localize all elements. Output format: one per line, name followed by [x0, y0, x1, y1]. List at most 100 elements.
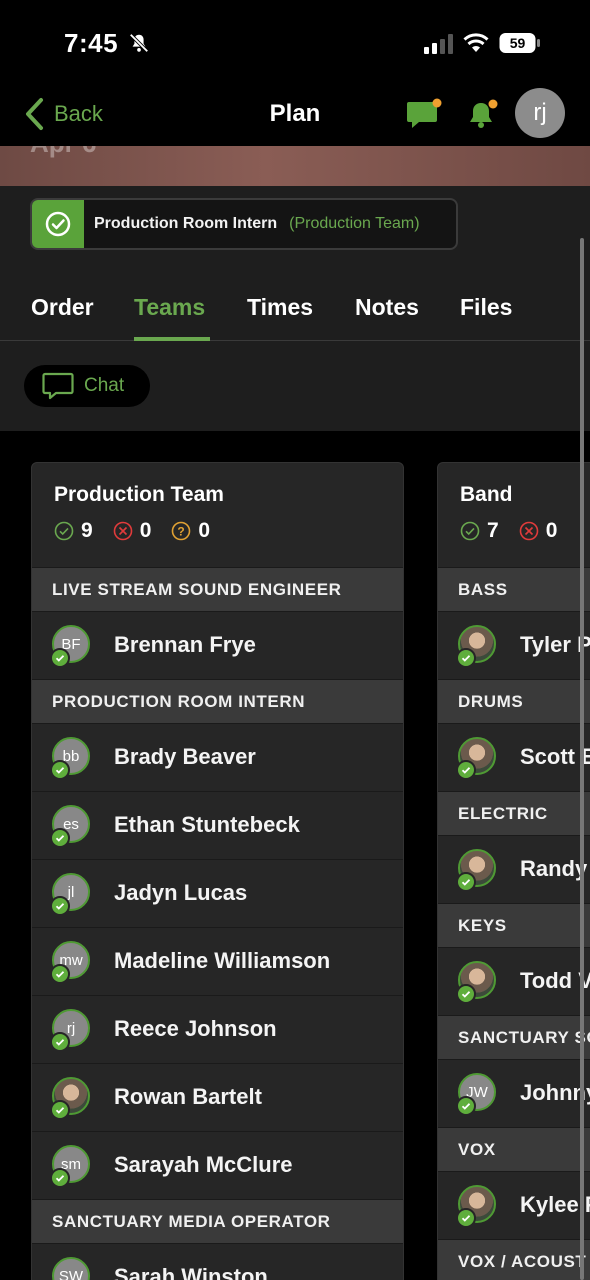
chat-button-label: Chat [84, 375, 125, 396]
plan-header-banner: Apr 6 [0, 146, 590, 186]
tab-times[interactable]: Times [247, 294, 313, 321]
member-avatar: SW [52, 1257, 90, 1280]
team-member-row[interactable]: Kylee F [438, 1171, 590, 1239]
team-member-row[interactable]: es Ethan Stuntebeck [32, 791, 403, 859]
plan-date: Apr 6 [30, 146, 96, 159]
team-member-row[interactable]: mw Madeline Williamson [32, 927, 403, 995]
team-member-row[interactable]: rj Reece Johnson [32, 995, 403, 1063]
x-circle-icon [519, 521, 538, 541]
team-member-row[interactable]: Randy [438, 835, 590, 903]
position-header: SANCTUARY MEDIA OPERATOR [32, 1199, 403, 1243]
tab-notes[interactable]: Notes [355, 294, 419, 321]
check-badge-icon [50, 1032, 70, 1052]
member-name: Reece Johnson [114, 1016, 277, 1041]
bell-icon[interactable] [466, 98, 500, 130]
check-circle-icon [54, 521, 74, 541]
team-member-row[interactable]: jl Jadyn Lucas [32, 859, 403, 927]
chat-icon[interactable] [406, 98, 442, 130]
signal-icon [424, 34, 453, 54]
check-badge-icon [456, 984, 476, 1004]
pending-count: ? 0 [171, 519, 210, 543]
position-header: LIVE STREAM SOUND ENGINEER [32, 567, 403, 611]
chat-button[interactable]: Chat [24, 365, 150, 407]
confirmed-count-value: 9 [81, 519, 93, 542]
x-circle-icon [113, 521, 132, 541]
assignment-team: (Production Team) [289, 215, 420, 232]
tab-files[interactable]: Files [460, 294, 512, 321]
assignment-chip[interactable]: Production Room Intern (Production Team) [30, 198, 458, 250]
team-member-row[interactable]: bb Brady Beaver [32, 723, 403, 791]
member-name: Madeline Williamson [114, 948, 331, 973]
member-name: Brady Beaver [114, 744, 256, 769]
team-member-row[interactable]: Scott E [438, 723, 590, 791]
position-header: ELECTRIC [438, 791, 590, 835]
team-member-row[interactable]: BF Brennan Frye [32, 611, 403, 679]
check-badge-icon [50, 828, 70, 848]
team-card-production: Production Team 9 0 ? 0 LIVE STREAM SOUN… [31, 462, 404, 1280]
member-name: Ethan Stuntebeck [114, 812, 300, 837]
tab-bar: Order Teams Times Notes Files [0, 286, 590, 341]
check-badge-icon [456, 1096, 476, 1116]
declined-count-value: 0 [139, 519, 152, 542]
team-status-counts: 7 0 [460, 519, 577, 543]
bell-slash-icon [129, 33, 149, 53]
active-tab-indicator [134, 337, 210, 341]
check-badge-icon [50, 1168, 70, 1188]
position-header: VOX [438, 1127, 590, 1171]
team-card-band: Band 7 0 BASS Tyler P DRUMS Scott E ELEC… [437, 462, 590, 1280]
chevron-left-icon [26, 98, 43, 130]
declined-count: 0 [113, 519, 152, 543]
team-member-row[interactable]: Tyler P [438, 611, 590, 679]
member-name: Brennan Frye [114, 632, 256, 657]
check-circle-icon [460, 521, 480, 541]
assignment-role: Production Room Intern [94, 215, 278, 232]
team-member-row[interactable]: Todd V [438, 947, 590, 1015]
member-name: Sarayah McClure [114, 1152, 293, 1177]
chat-bubble-icon [42, 372, 74, 400]
team-member-row[interactable]: SW Sarah Winston [32, 1243, 403, 1280]
wifi-icon [463, 33, 489, 52]
check-badge-icon [456, 648, 476, 668]
tab-order[interactable]: Order [31, 294, 94, 321]
plan-panel: Production Room Intern (Production Team)… [0, 186, 590, 431]
back-label: Back [54, 101, 103, 126]
position-header: SANCTUARY SO [438, 1015, 590, 1059]
position-header: BASS [438, 567, 590, 611]
member-name: Randy [520, 856, 588, 881]
battery-level: 59 [510, 35, 526, 51]
position-header: PRODUCTION ROOM INTERN [32, 679, 403, 723]
question-circle-icon: ? [172, 521, 191, 541]
check-circle-icon [32, 200, 84, 248]
vertical-scrollbar[interactable] [580, 238, 584, 1280]
check-badge-icon [50, 896, 70, 916]
member-name: Jadyn Lucas [114, 880, 248, 905]
check-badge-icon [456, 1208, 476, 1228]
check-badge-icon [50, 760, 70, 780]
check-badge-icon [50, 648, 70, 668]
confirmed-count-value: 7 [487, 519, 499, 542]
pending-count-value: 0 [198, 519, 211, 542]
declined-count: 0 [519, 519, 558, 543]
team-status-counts: 9 0 ? 0 [54, 519, 230, 543]
team-member-row[interactable]: JW Johnny [438, 1059, 590, 1127]
check-badge-icon [456, 760, 476, 780]
status-time: 7:45 [64, 28, 119, 58]
position-header: VOX / ACOUST [438, 1239, 590, 1280]
team-name: Band [460, 483, 513, 506]
team-member-row[interactable]: Rowan Bartelt [32, 1063, 403, 1131]
team-card-header: Band 7 0 [438, 463, 590, 567]
back-button[interactable]: Back [24, 96, 103, 132]
member-name: Rowan Bartelt [114, 1084, 262, 1109]
check-badge-icon [50, 1100, 70, 1120]
team-member-row[interactable]: sm Sarayah McClure [32, 1131, 403, 1199]
top-nav: Back Plan rj [0, 88, 590, 146]
user-avatar[interactable]: rj [515, 88, 565, 138]
status-bar: 7:45 59 [0, 0, 590, 88]
declined-count-value: 0 [545, 519, 558, 542]
team-name: Production Team [54, 483, 224, 506]
tab-teams[interactable]: Teams [134, 294, 205, 321]
check-badge-icon [50, 964, 70, 984]
battery-icon: 59 [499, 33, 540, 53]
svg-text:?: ? [178, 525, 185, 539]
check-badge-icon [456, 872, 476, 892]
